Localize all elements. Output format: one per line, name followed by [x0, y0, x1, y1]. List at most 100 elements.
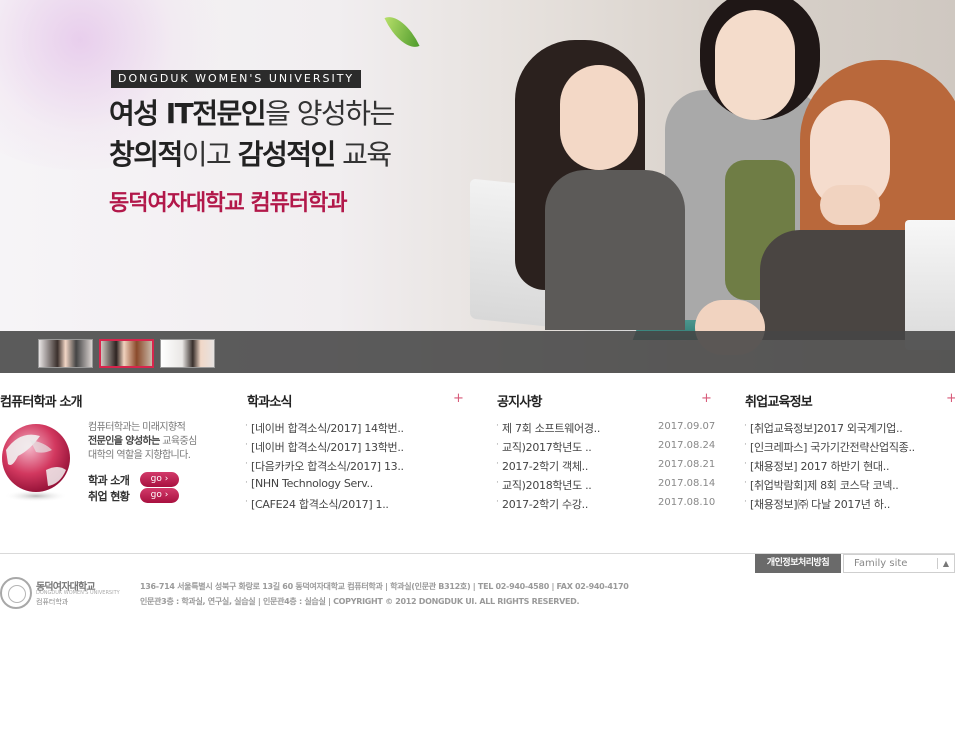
list-item-title: [취업박람회]제 8회 코스닥 코넥.. — [750, 479, 899, 492]
bullet-icon: · — [744, 497, 747, 507]
list-item[interactable]: · [NHN Technology Serv.. — [245, 477, 445, 496]
list-item[interactable]: · 제 7회 소프트웨어경.. 2017.09.07 — [496, 420, 715, 439]
list-item-title: 제 7회 소프트웨어경.. — [502, 422, 601, 435]
list-item-title: 교직)2017학년도 .. — [502, 441, 592, 454]
hero-headline: 여성 IT전문인을 양성하는 — [109, 92, 395, 132]
slideshow-thumbnail-bar — [0, 331, 955, 373]
list-item-title: [네이버 합격소식/2017] 13학번.. — [251, 441, 404, 454]
jobs-more-button[interactable]: + — [946, 392, 955, 405]
slide-thumbnail-1[interactable] — [38, 339, 93, 368]
family-site-select[interactable]: Family site ▲ — [843, 554, 955, 573]
list-item-date: 2017.09.07 — [658, 421, 716, 432]
bullet-icon: · — [496, 440, 499, 450]
notice-more-button[interactable]: + — [701, 392, 712, 405]
hero-headline-text: 이고 — [181, 138, 238, 171]
hero-headline-text: 을 양성하는 — [265, 97, 395, 130]
list-item[interactable]: · [네이버 합격소식/2017] 14학번.. — [245, 420, 445, 439]
intro-link-label: 학과 소개 — [88, 474, 130, 487]
list-item-date: 2017.08.10 — [658, 497, 716, 508]
intro-title: 컴퓨터학과 소개 — [0, 395, 83, 410]
list-item-date: 2017.08.14 — [658, 478, 716, 489]
bullet-icon: · — [245, 440, 248, 450]
bullet-icon: · — [496, 497, 499, 507]
bullet-icon: · — [496, 421, 499, 431]
hero-headline-emphasis: 여성 IT전문인 — [109, 97, 267, 130]
list-item-title: [다음카카오 합격소식/2017] 13.. — [251, 460, 404, 473]
footer-address: 136-714 서울특별시 성북구 화랑로 13길 60 동덕여자대학교 컴퓨터… — [140, 582, 629, 591]
list-item[interactable]: · 2017-2학기 수강.. 2017.08.10 — [496, 496, 715, 515]
news-list: · [네이버 합격소식/2017] 14학번.. · [네이버 합격소식/2017]… — [245, 420, 445, 515]
bullet-icon: · — [245, 459, 248, 469]
bullet-icon: · — [496, 459, 499, 469]
intro-link-label: 취업 현황 — [88, 490, 130, 503]
list-item-title: [NHN Technology Serv.. — [251, 477, 373, 490]
hero-photo-student — [545, 170, 685, 330]
list-item-title: 교직)2018학년도 .. — [502, 479, 592, 492]
list-item[interactable]: · 2017-2학기 객체.. 2017.08.21 — [496, 458, 715, 477]
list-item-title: [취업교육정보]2017 외국계기업.. — [750, 422, 903, 435]
list-item[interactable]: · 교직)2017학년도 .. 2017.08.24 — [496, 439, 715, 458]
department-intro-go-button[interactable]: go › — [140, 472, 179, 487]
university-logo: 동덕여자대학교 DONGDUK WOMEN'S UNIVERSITY 컴퓨터학과 — [0, 576, 120, 612]
employment-status-go-button[interactable]: go › — [140, 488, 179, 503]
logo-department-name: 컴퓨터학과 — [36, 598, 69, 606]
intro-description-text: 교육중심 — [159, 436, 197, 447]
footer-copyright: 인문관3층 : 학과실, 연구실, 실습실 | 인문관4층 : 실습실 | CO… — [140, 597, 580, 606]
slide-thumbnail-3[interactable] — [160, 339, 215, 368]
list-item-title: 2017-2학기 객체.. — [502, 460, 589, 473]
list-item-title: [채용정보]㈜ 다날 2017년 하.. — [750, 498, 891, 511]
intro-description-line: 대학의 역할을 지향합니다. — [88, 450, 191, 461]
list-item[interactable]: · [네이버 합격소식/2017] 13학번.. — [245, 439, 445, 458]
list-item-title: [인크레파스] 국가기간전략산업직종.. — [750, 441, 915, 454]
list-item-date: 2017.08.24 — [658, 440, 716, 451]
news-title: 학과소식 — [247, 395, 292, 410]
jobs-list: · [취업교육정보]2017 외국계기업.. · [인크레파스] 국가기간전략산업직… — [744, 420, 955, 515]
notice-list: · 제 7회 소프트웨어경.. 2017.09.07 · 교직)2017학년도 .. 2… — [496, 420, 715, 515]
intro-description-emphasis: 전문인을 양성하는 — [88, 436, 160, 447]
hero-tagline: DONGDUK WOMEN'S UNIVERSITY — [111, 70, 361, 88]
bullet-icon: · — [744, 459, 747, 469]
bullet-icon: · — [245, 421, 248, 431]
hero-department-name: 동덕여자대학교 컴퓨터학과 — [109, 191, 348, 216]
slide-thumbnail-2[interactable] — [99, 339, 154, 368]
bullet-icon: · — [744, 421, 747, 431]
bullet-icon: · — [245, 478, 248, 488]
globe-icon — [2, 424, 70, 502]
list-item[interactable]: · [인크레파스] 국가기간전략산업직종.. — [744, 439, 955, 458]
university-seal-icon — [0, 577, 32, 609]
hero-headline-emphasis: 감성적인 — [237, 138, 337, 171]
list-item-title: 2017-2학기 수강.. — [502, 498, 589, 511]
list-item[interactable]: · [다음카카오 합격소식/2017] 13.. — [245, 458, 445, 477]
intro-description: 컴퓨터학과는 미래지향적 전문인을 양성하는 교육중심 대학의 역할을 지향합니… — [88, 421, 228, 463]
list-item[interactable]: · [CAFE24 합격소식/2017] 1.. — [245, 496, 445, 515]
bullet-icon: · — [744, 440, 747, 450]
list-item[interactable]: · [채용정보] 2017 하반기 현대.. — [744, 458, 955, 477]
list-item[interactable]: · [취업교육정보]2017 외국계기업.. — [744, 420, 955, 439]
list-item[interactable]: · 교직)2018학년도 .. 2017.08.14 — [496, 477, 715, 496]
bullet-icon: · — [744, 478, 747, 488]
privacy-policy-link[interactable]: 개인정보처리방침 — [755, 554, 841, 573]
intro-description-line: 전문인을 양성하는 교육중심 — [88, 435, 228, 449]
bullet-icon: · — [496, 478, 499, 488]
hero-headline-emphasis: 창의적 — [109, 138, 183, 171]
hero-headline-text: 교육 — [334, 138, 392, 171]
news-more-button[interactable]: + — [453, 392, 464, 405]
list-item-title: [채용정보] 2017 하반기 현대.. — [750, 460, 890, 473]
hero-headline: 창의적이고 감성적인 교육 — [109, 133, 392, 173]
list-item-title: [CAFE24 합격소식/2017] 1.. — [251, 498, 389, 511]
hero-photo-student — [715, 10, 795, 120]
list-item[interactable]: · [취업박람회]제 8회 코스닥 코넥.. — [744, 477, 955, 496]
hero-photo-student — [560, 65, 638, 170]
hero-photo-student — [820, 185, 880, 225]
leaf-icon — [384, 9, 420, 55]
notice-title: 공지사항 — [497, 395, 542, 410]
hero-banner: DONGDUK WOMEN'S UNIVERSITY 여성 IT전문인을 양성하… — [0, 0, 955, 373]
list-item-title: [네이버 합격소식/2017] 14학번.. — [251, 422, 404, 435]
logo-english-name: DONGDUK WOMEN'S UNIVERSITY — [36, 590, 120, 596]
bullet-icon: · — [245, 497, 248, 507]
jobs-title: 취업교육정보 — [745, 395, 813, 410]
intro-description-line: 컴퓨터학과는 미래지향적 — [88, 422, 186, 433]
list-item-date: 2017.08.21 — [658, 459, 716, 470]
select-separator — [937, 558, 938, 569]
list-item[interactable]: · [채용정보]㈜ 다날 2017년 하.. — [744, 496, 955, 515]
